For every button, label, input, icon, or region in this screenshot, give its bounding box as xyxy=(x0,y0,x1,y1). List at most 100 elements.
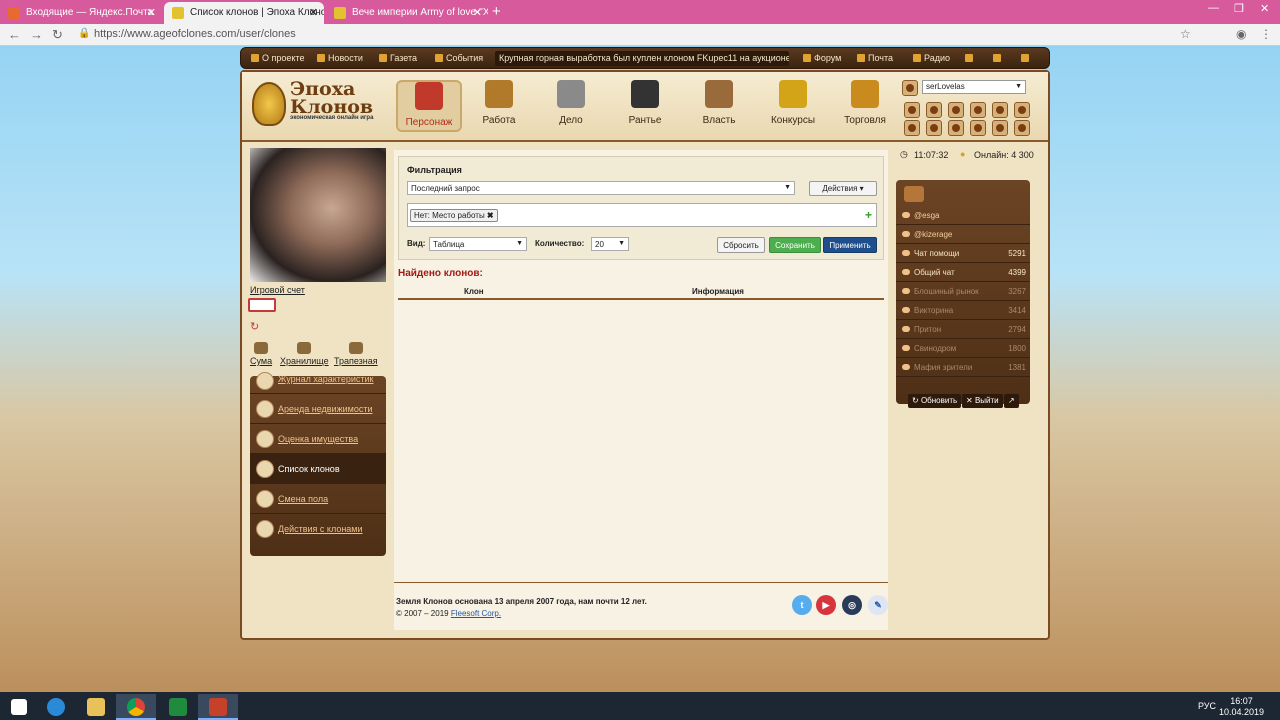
chat-tab[interactable] xyxy=(904,186,924,202)
user-icon[interactable] xyxy=(965,53,976,63)
youtube-icon[interactable]: ▶ xyxy=(816,595,836,615)
filter-tag[interactable]: Нет: Место работы ✖ xyxy=(410,209,498,222)
tab-veche[interactable]: Вече империи Army of love-"Хр ✕ xyxy=(326,2,488,24)
view-select[interactable]: Таблица ▼ xyxy=(429,237,527,251)
chat-popout-button[interactable]: ↗ xyxy=(1004,394,1019,408)
slot-icon[interactable] xyxy=(992,102,1008,118)
save-button[interactable]: Сохранить xyxy=(769,237,821,253)
storage-link[interactable]: Хранилище xyxy=(280,342,329,366)
newspaper-link[interactable]: Газета xyxy=(379,53,417,63)
vk-icon[interactable]: ✎ xyxy=(868,595,888,615)
taskbar-ie[interactable] xyxy=(36,694,76,720)
menu-item-stats-log[interactable]: Журнал характеристик xyxy=(250,370,386,394)
menu-icon[interactable]: ⋮ xyxy=(1260,27,1272,41)
coin-icon[interactable] xyxy=(1021,53,1032,63)
chat-refresh-button[interactable]: ↻ Обновить xyxy=(908,394,962,408)
new-tab-icon[interactable]: + xyxy=(492,3,501,20)
start-button[interactable] xyxy=(0,694,40,720)
close-icon[interactable]: ✕ xyxy=(473,6,482,19)
radio-link[interactable]: Радио xyxy=(913,53,950,63)
chat-channel[interactable]: Чат помощи 5291 xyxy=(896,244,1030,263)
close-icon[interactable]: ✕ xyxy=(309,6,318,19)
chat-channel[interactable]: Блошиный рынок 3267 xyxy=(896,282,1030,301)
slot-icon[interactable] xyxy=(926,102,942,118)
nav-work[interactable]: Работа xyxy=(466,80,532,132)
slot-icon[interactable] xyxy=(970,102,986,118)
menu-item-clone-list[interactable]: Список клонов xyxy=(250,454,386,484)
slot-icon[interactable] xyxy=(1014,120,1030,136)
dining-link[interactable]: Трапезная xyxy=(334,342,378,366)
refresh-icon[interactable]: ↻ xyxy=(250,320,259,333)
language-indicator[interactable]: РУС xyxy=(1198,701,1216,711)
reload-icon[interactable]: ↻ xyxy=(52,27,63,43)
game-account-link[interactable]: Игровой счет xyxy=(250,285,305,295)
nav-business[interactable]: Дело xyxy=(538,80,604,132)
about-link[interactable]: О проекте xyxy=(251,53,304,63)
chat-channel[interactable]: Общий чат 4399 xyxy=(896,263,1030,282)
menu-item-gender-change[interactable]: Смена пола xyxy=(250,484,386,514)
gear-icon[interactable] xyxy=(993,53,1004,63)
filter-tags-field[interactable]: Нет: Место работы ✖ + xyxy=(407,203,877,227)
chat-channel[interactable]: Викторина 3414 xyxy=(896,301,1030,320)
remove-tag-icon[interactable]: ✖ xyxy=(487,211,494,220)
slot-icon[interactable] xyxy=(926,120,942,136)
actions-button[interactable]: Действия ▾ xyxy=(809,181,877,196)
chat-channel[interactable]: Свинодром 1800 xyxy=(896,339,1030,358)
add-filter-icon[interactable]: + xyxy=(865,208,872,222)
chat-channel[interactable]: Притон 2794 xyxy=(896,320,1030,339)
chat-channel[interactable]: @esga xyxy=(896,206,1030,225)
saved-query-select[interactable]: Последний запрос ▼ xyxy=(407,181,795,195)
account-icon[interactable]: ◉ xyxy=(1236,27,1246,41)
tab-yandex-mail[interactable]: Входящие — Яндекс.Почта ✕ xyxy=(0,2,162,24)
bookmark-star-icon[interactable]: ☆ xyxy=(1180,27,1191,41)
slot-icon[interactable] xyxy=(948,120,964,136)
window-close-icon[interactable]: ✕ xyxy=(1260,2,1269,15)
maximize-icon[interactable]: ❐ xyxy=(1234,2,1244,15)
forum-link[interactable]: Форум xyxy=(803,53,841,63)
menu-item-clone-actions[interactable]: Действия с клонами xyxy=(250,514,386,544)
menu-item-rent[interactable]: Аренда недвижимости xyxy=(250,394,386,424)
chat-exit-button[interactable]: ✕ Выйти xyxy=(962,394,1003,408)
taskbar-calculator[interactable] xyxy=(158,694,198,720)
avatar[interactable] xyxy=(902,80,918,96)
mail-link[interactable]: Почта xyxy=(857,53,893,63)
reset-button[interactable]: Сбросить xyxy=(717,237,765,253)
taskbar-powerpoint[interactable] xyxy=(198,694,238,720)
close-icon[interactable]: ✕ xyxy=(147,6,156,19)
menu-item-appraisal[interactable]: Оценка имущества xyxy=(250,424,386,454)
nav-trade[interactable]: Торговля xyxy=(832,80,898,132)
game-logo[interactable]: Эпоха Клонов экономическая онлайн игра xyxy=(250,78,390,134)
count-select[interactable]: 20 ▼ xyxy=(591,237,629,251)
url-field[interactable]: 🔒 https://www.ageofclones.com/user/clone… xyxy=(72,26,1172,44)
bag-link[interactable]: Сума xyxy=(250,342,272,366)
slot-icon[interactable] xyxy=(904,102,920,118)
chat-channel[interactable]: @kizerage xyxy=(896,225,1030,244)
column-info[interactable]: Информация xyxy=(692,287,744,296)
apply-button[interactable]: Применить xyxy=(823,237,877,253)
chat-channel[interactable]: Мафия зрители 1381 xyxy=(896,358,1030,377)
slot-icon[interactable] xyxy=(904,120,920,136)
slot-icon[interactable] xyxy=(948,102,964,118)
nav-contests[interactable]: Конкурсы xyxy=(760,80,826,132)
tab-clones[interactable]: Список клонов | Эпоха Клонов ✕ xyxy=(164,2,324,24)
events-link[interactable]: События xyxy=(435,53,483,63)
slot-icon[interactable] xyxy=(970,120,986,136)
company-link[interactable]: Fleesoft Corp. xyxy=(451,609,501,618)
instagram-icon[interactable]: ◎ xyxy=(842,595,862,615)
nav-rentier[interactable]: Рантье xyxy=(612,80,678,132)
twitter-icon[interactable]: t xyxy=(792,595,812,615)
news-link[interactable]: Новости xyxy=(317,53,363,63)
user-select[interactable]: serLovelas ▼ xyxy=(922,80,1026,94)
forward-icon[interactable]: → xyxy=(30,27,43,42)
taskbar-chrome[interactable] xyxy=(116,694,156,720)
taskbar-explorer[interactable] xyxy=(76,694,116,720)
back-icon[interactable]: ← xyxy=(8,27,21,42)
nav-character[interactable]: Персонаж xyxy=(396,80,462,132)
slot-icon[interactable] xyxy=(1014,102,1030,118)
system-clock[interactable]: 16:07 10.04.2019 xyxy=(1219,696,1264,718)
column-clone[interactable]: Клон xyxy=(464,287,484,296)
nav-power[interactable]: Власть xyxy=(686,80,752,132)
slot-icon[interactable] xyxy=(992,120,1008,136)
news-ticker[interactable]: Крупная горная выработка был куплен клон… xyxy=(495,51,789,66)
character-photo[interactable] xyxy=(250,148,386,282)
